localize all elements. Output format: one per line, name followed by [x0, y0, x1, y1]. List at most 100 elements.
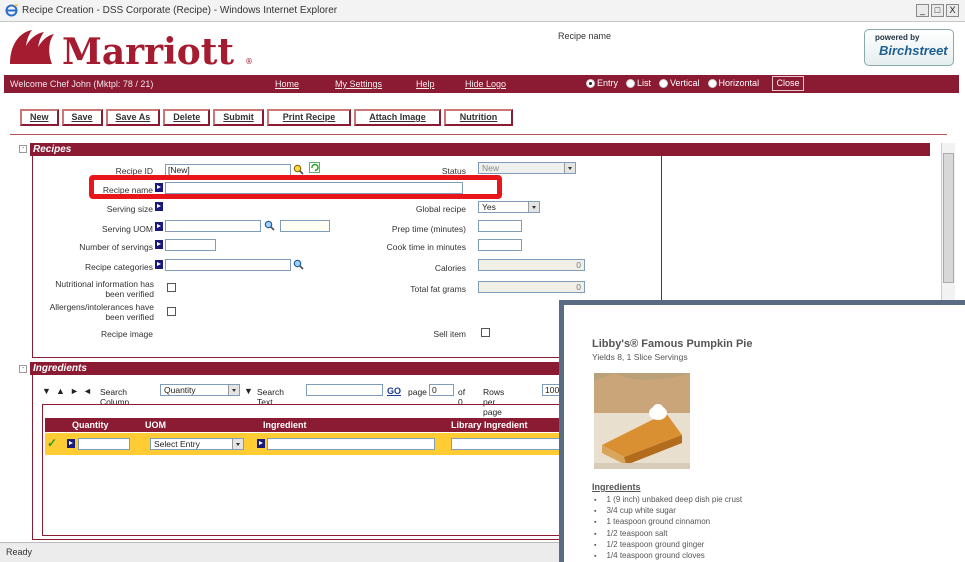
- submit-button[interactable]: Submit: [213, 109, 264, 126]
- internet-explorer-icon: [5, 4, 18, 17]
- number-of-servings-field[interactable]: [165, 239, 216, 251]
- nav-link-home[interactable]: Home: [275, 79, 299, 89]
- collapse-ingredients-icon[interactable]: -: [19, 365, 27, 373]
- help-marker-icon: [257, 439, 265, 448]
- radio-icon[interactable]: [586, 78, 595, 88]
- new-button[interactable]: New: [20, 109, 59, 126]
- view-list-label: List: [637, 78, 652, 88]
- birchstreet-logo: Birchstreet: [879, 43, 948, 58]
- birchstreet-badge: powered by Birchstreet: [864, 29, 954, 66]
- view-horizontal-label: Horizontal: [718, 78, 760, 88]
- search-text-marker-icon: ▼: [244, 386, 253, 396]
- next-page-icon[interactable]: ►: [70, 386, 79, 396]
- view-entry-option[interactable]: Entry: [586, 78, 618, 88]
- search-icon[interactable]: [293, 259, 304, 270]
- global-recipe-label: Global recipe: [415, 204, 466, 214]
- collapse-recipes-icon[interactable]: -: [19, 145, 27, 153]
- save-as-button[interactable]: Save As: [105, 109, 161, 126]
- column-ingredient[interactable]: Ingredient: [263, 420, 307, 430]
- page-header: Marriott ® Recipe name powered by Birchs…: [0, 22, 965, 75]
- number-of-servings-label: Number of servings: [79, 242, 153, 252]
- view-horizontal-option[interactable]: Horizontal: [707, 78, 760, 88]
- card-ingredients-heading: Ingredients: [592, 482, 641, 492]
- go-button[interactable]: GO: [387, 386, 401, 396]
- refresh-icon[interactable]: [309, 162, 320, 173]
- list-item: 1/4 teaspoon ground cloves: [594, 551, 742, 562]
- serving-uom-field[interactable]: [165, 220, 261, 232]
- total-fat-label: Total fat grams: [410, 284, 466, 294]
- cook-time-field[interactable]: [478, 239, 522, 251]
- cook-time-label: Cook time in minutes: [386, 242, 466, 252]
- close-window-button[interactable]: X: [946, 4, 959, 17]
- column-uom[interactable]: UOM: [145, 420, 166, 430]
- list-item: 3/4 cup white sugar: [594, 506, 742, 517]
- calories-field: 0: [478, 259, 585, 271]
- recipe-toolbar: New Save Save As Delete Submit Print Rec…: [20, 109, 514, 126]
- nutritional-verified-checkbox[interactable]: [167, 283, 176, 292]
- uom-value: Select Entry: [154, 439, 200, 449]
- recipe-image-label: Recipe image: [101, 329, 153, 339]
- library-ingredient-input[interactable]: [451, 438, 561, 450]
- list-item: 1 (9 inch) unbaked deep dish pie crust: [594, 495, 742, 506]
- uom-select[interactable]: Select Entry: [150, 438, 244, 450]
- view-list-option[interactable]: List: [626, 78, 651, 88]
- sell-item-checkbox[interactable]: [481, 328, 490, 337]
- search-icon[interactable]: [264, 220, 275, 231]
- first-page-icon[interactable]: ▼: [42, 386, 51, 396]
- page-heading: Recipe name: [558, 31, 612, 41]
- brand-wordmark: Marriott: [62, 31, 234, 72]
- page-input[interactable]: 0: [429, 384, 454, 396]
- prev-page-icon[interactable]: ▲: [56, 386, 65, 396]
- card-title: Libby's® Famous Pumpkin Pie: [592, 338, 753, 350]
- recipe-categories-label: Recipe categories: [84, 262, 153, 272]
- ingredient-input[interactable]: [267, 438, 435, 450]
- marriott-logo: Marriott ®: [10, 30, 253, 72]
- serving-uom-description: [280, 220, 330, 232]
- help-marker-icon: [155, 222, 163, 231]
- nutritional-verified-label: Nutritional information has been verifie…: [55, 279, 154, 299]
- global-recipe-select[interactable]: Yes: [478, 201, 540, 213]
- minimize-button[interactable]: _: [916, 4, 929, 17]
- delete-button[interactable]: Delete: [163, 109, 211, 126]
- search-icon[interactable]: [293, 164, 304, 175]
- print-recipe-button[interactable]: Print Recipe: [266, 109, 352, 126]
- attach-image-button[interactable]: Attach Image: [354, 109, 441, 126]
- nav-link-my-settings[interactable]: My Settings: [335, 79, 382, 89]
- radio-icon[interactable]: [626, 78, 636, 88]
- help-marker-icon: [155, 260, 163, 269]
- help-marker-icon: [155, 240, 163, 249]
- chevron-down-icon: [232, 439, 243, 449]
- nutrition-button[interactable]: Nutrition: [443, 109, 514, 126]
- view-vertical-option[interactable]: Vertical: [659, 78, 700, 88]
- last-page-icon[interactable]: ◄: [83, 386, 92, 396]
- help-marker-icon: [155, 202, 163, 211]
- search-text-input[interactable]: [306, 384, 383, 396]
- recipe-card-overlay: Libby's® Famous Pumpkin Pie Yields 8, 1 …: [559, 300, 965, 562]
- save-button[interactable]: Save: [61, 109, 103, 126]
- recipe-categories-field[interactable]: [165, 259, 291, 271]
- calories-label: Calories: [434, 263, 466, 273]
- checkmark-icon: ✓: [47, 436, 58, 450]
- radio-icon[interactable]: [659, 78, 669, 88]
- page-label: page: [408, 387, 427, 397]
- column-library-ingredient[interactable]: Library Ingredient: [451, 420, 528, 430]
- allergens-verified-checkbox[interactable]: [167, 307, 176, 316]
- nav-link-hide-logo[interactable]: Hide Logo: [465, 79, 506, 89]
- window-titlebar: Recipe Creation - DSS Corporate (Recipe)…: [0, 0, 965, 22]
- column-quantity[interactable]: Quantity: [72, 420, 109, 430]
- scrollbar-thumb[interactable]: [943, 153, 954, 283]
- card-yields: Yields 8, 1 Slice Servings: [592, 352, 688, 362]
- nav-link-help[interactable]: Help: [416, 79, 435, 89]
- quantity-input[interactable]: [78, 438, 130, 450]
- pumpkin-pie-photo: [594, 373, 690, 469]
- sell-item-label: Sell item: [433, 329, 466, 339]
- chevron-down-icon: [528, 202, 539, 212]
- close-button[interactable]: Close: [772, 76, 804, 91]
- prep-time-field[interactable]: [478, 220, 522, 232]
- radio-icon[interactable]: [707, 78, 717, 88]
- maximize-button[interactable]: □: [931, 4, 944, 17]
- status-text: Ready: [6, 547, 33, 557]
- card-ingredient-list: 1 (9 inch) unbaked deep dish pie crust 3…: [594, 495, 742, 562]
- serving-uom-label: Serving UOM: [101, 224, 153, 234]
- search-column-select[interactable]: Quantity: [160, 384, 240, 396]
